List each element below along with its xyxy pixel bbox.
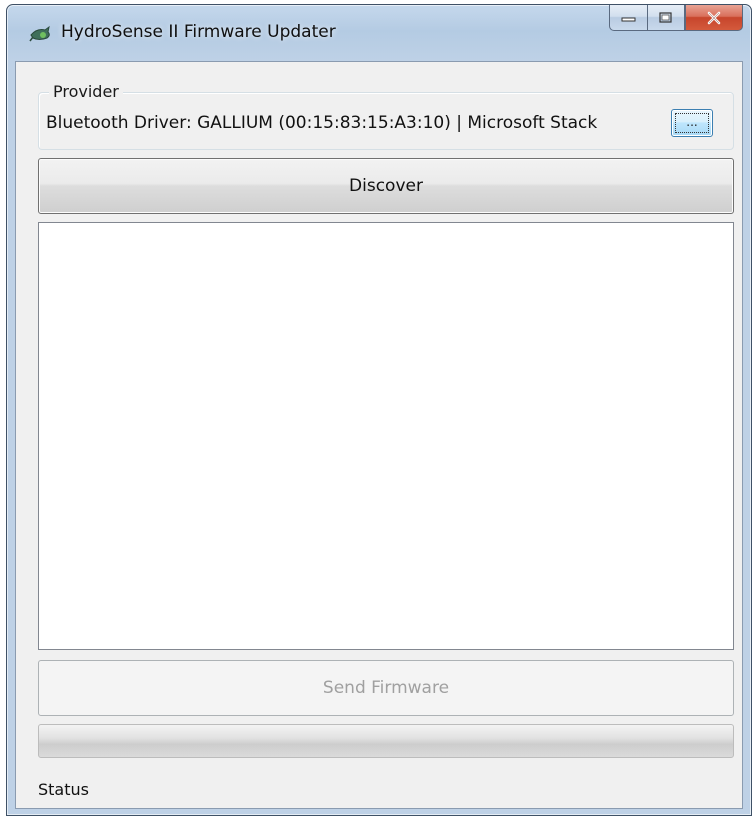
hydrosense-app-icon[interactable] (29, 25, 53, 43)
close-button[interactable] (685, 5, 743, 31)
client-area: Provider Bluetooth Driver: GALLIUM (00:1… (15, 61, 743, 809)
close-icon (707, 11, 721, 24)
provider-group-label: Provider (49, 82, 123, 101)
progress-bar (38, 724, 734, 758)
minimize-button[interactable] (609, 5, 647, 31)
minimize-icon (621, 17, 635, 21)
send-firmware-button: Send Firmware (38, 660, 734, 716)
caption-buttons (609, 5, 743, 33)
status-label: Status (38, 780, 89, 799)
provider-groupbox: Provider Bluetooth Driver: GALLIUM (00:1… (38, 82, 734, 150)
device-listbox[interactable] (38, 222, 734, 650)
discover-button[interactable]: Discover (38, 158, 734, 214)
window-title: HydroSense II Firmware Updater (61, 22, 336, 42)
provider-value: Bluetooth Driver: GALLIUM (00:15:83:15:A… (46, 113, 598, 133)
maximize-button[interactable] (647, 5, 685, 31)
title-bar[interactable]: HydroSense II Firmware Updater (7, 5, 751, 61)
browse-provider-button[interactable]: ... (671, 109, 713, 137)
maximize-icon (659, 11, 672, 23)
app-window: HydroSense II Firmware Updater Provider … (6, 4, 752, 816)
